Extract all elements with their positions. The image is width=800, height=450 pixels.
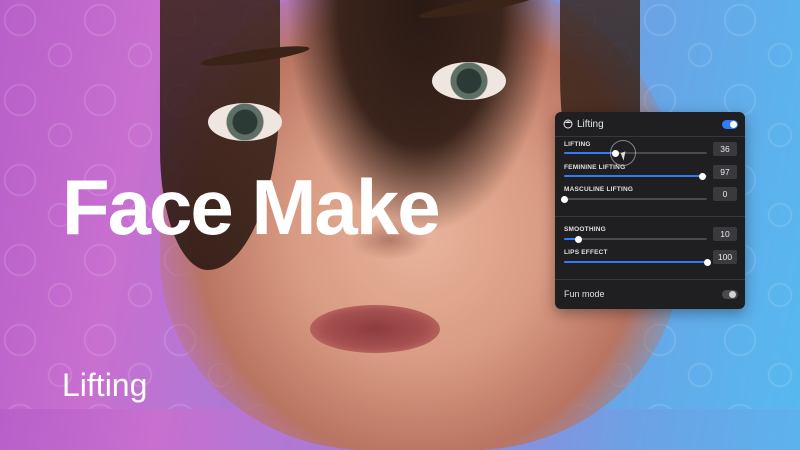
right-eyebrow bbox=[417, 0, 539, 23]
divider bbox=[555, 216, 745, 217]
slider-lips-effect[interactable] bbox=[564, 258, 711, 266]
panel-header: Lifting bbox=[555, 112, 745, 136]
slider-thumb[interactable] bbox=[703, 258, 711, 266]
slider-fill bbox=[564, 152, 616, 154]
slider-thumb[interactable] bbox=[574, 235, 582, 243]
slider-label-masculine-lifting: MASCULINE LIFTING bbox=[564, 186, 634, 193]
slider-fill bbox=[564, 261, 707, 263]
slider-masculine-lifting[interactable] bbox=[560, 195, 707, 203]
lifting-panel: Lifting LIFTING 36 FEMININE LIFTING 97 M… bbox=[555, 112, 745, 309]
fun-mode-toggle[interactable] bbox=[722, 290, 738, 299]
slider-smoothing[interactable] bbox=[564, 235, 707, 243]
slider-thumb[interactable] bbox=[699, 172, 707, 180]
lips bbox=[310, 305, 440, 353]
divider bbox=[555, 136, 745, 137]
right-eye bbox=[432, 62, 506, 100]
slider-fill bbox=[564, 175, 703, 177]
hero-subtitle: Lifting bbox=[62, 367, 148, 403]
fun-mode-label: Fun mode bbox=[564, 289, 605, 299]
slider-feminine-lifting[interactable] bbox=[564, 172, 707, 180]
left-eye bbox=[208, 103, 282, 141]
slider-thumb[interactable] bbox=[560, 195, 568, 203]
value-feminine-lifting[interactable]: 97 bbox=[713, 165, 737, 179]
panel-title: Lifting bbox=[577, 119, 604, 130]
value-masculine-lifting[interactable]: 0 bbox=[713, 187, 737, 201]
divider bbox=[555, 279, 745, 280]
face-icon bbox=[563, 119, 573, 129]
hero-title: Face Make bbox=[62, 163, 441, 251]
value-lifting[interactable]: 36 bbox=[713, 142, 737, 156]
value-lips-effect[interactable]: 100 bbox=[713, 250, 737, 264]
value-smoothing[interactable]: 10 bbox=[713, 227, 737, 241]
lifting-toggle[interactable] bbox=[722, 120, 738, 129]
slider-label-lips-effect: LIPS EFFECT bbox=[564, 249, 608, 256]
slider-label-lifting: LIFTING bbox=[564, 141, 591, 148]
slider-label-smoothing: SMOOTHING bbox=[564, 226, 606, 233]
slider-label-feminine-lifting: FEMININE LIFTING bbox=[564, 164, 626, 171]
